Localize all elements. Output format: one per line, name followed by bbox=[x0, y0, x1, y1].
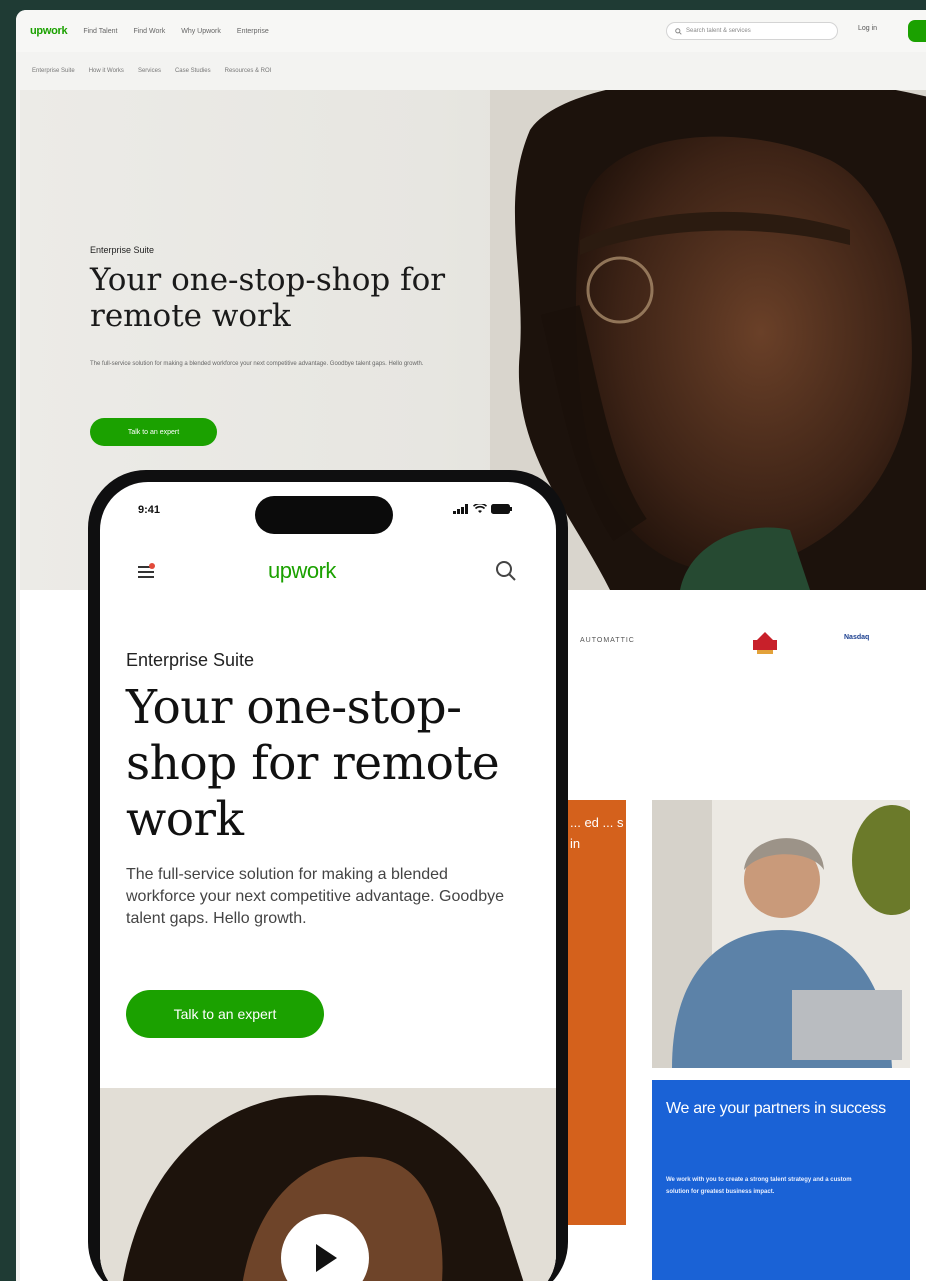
hamburger-menu-icon[interactable] bbox=[136, 562, 156, 582]
nav-find-talent[interactable]: Find Talent bbox=[83, 28, 117, 35]
partners-card[interactable]: We are your partners in success We work … bbox=[652, 1080, 910, 1280]
signal-icon bbox=[453, 504, 468, 514]
phone-upwork-logo[interactable]: upwork bbox=[268, 558, 336, 584]
hero-cta-button[interactable]: Talk to an expert bbox=[90, 418, 217, 446]
phone-hero-title: Your one-stop-shop for remote work bbox=[126, 680, 500, 847]
subnav-enterprise-suite[interactable]: Enterprise Suite bbox=[32, 68, 75, 74]
search-icon[interactable] bbox=[495, 560, 517, 582]
subnav-how-it-works[interactable]: How it Works bbox=[89, 68, 124, 74]
nav-enterprise[interactable]: Enterprise bbox=[237, 28, 269, 35]
phone-screen: 9:41 upwork Enterprise Suite Your one-st… bbox=[100, 482, 556, 1281]
signup-button[interactable] bbox=[908, 20, 926, 42]
hero-eyebrow: Enterprise Suite bbox=[90, 245, 155, 255]
hero-subtitle: The full-service solution for making a b… bbox=[90, 361, 424, 367]
nasdaq-logo: Nasdaq bbox=[844, 634, 870, 641]
battery-icon bbox=[491, 504, 512, 514]
upwork-logo[interactable]: upwork bbox=[30, 25, 68, 37]
sub-nav: Enterprise Suite How it Works Services C… bbox=[16, 62, 926, 80]
search-placeholder: Search talent & services bbox=[686, 28, 751, 34]
red-brand-logo-icon bbox=[753, 632, 777, 654]
partners-card-title: We are your partners in success bbox=[666, 1100, 886, 1117]
top-nav: upwork Find Talent Find Work Why Upwork … bbox=[16, 10, 926, 52]
subnav-resources[interactable]: Resources & ROI bbox=[225, 68, 272, 74]
search-input[interactable]: Search talent & services bbox=[666, 22, 838, 40]
dynamic-island bbox=[255, 496, 393, 534]
phone-video-thumbnail[interactable] bbox=[100, 1088, 556, 1281]
subnav-case-studies[interactable]: Case Studies bbox=[175, 68, 211, 74]
phone-hero-subtitle: The full-service solution for making a b… bbox=[126, 866, 504, 927]
automattic-logo: AUTOMATTIC bbox=[580, 637, 635, 644]
phone-mockup: 9:41 upwork Enterprise Suite Your one-st… bbox=[88, 470, 568, 1281]
nav-find-work[interactable]: Find Work bbox=[133, 28, 165, 35]
subnav-services[interactable]: Services bbox=[138, 68, 161, 74]
partners-card-body: We work with you to create a strong tale… bbox=[666, 1177, 852, 1195]
status-icons bbox=[453, 504, 513, 514]
man-at-laptop-photo bbox=[652, 800, 910, 1068]
play-icon bbox=[316, 1244, 337, 1272]
wifi-icon bbox=[473, 504, 487, 513]
login-link[interactable]: Log in bbox=[858, 25, 877, 32]
status-time: 9:41 bbox=[138, 504, 161, 516]
orange-card-text: ... ed ... s in bbox=[570, 815, 624, 851]
phone-hero-eyebrow: Enterprise Suite bbox=[126, 650, 255, 670]
hero-title: Your one-stop-shop for remote work bbox=[90, 262, 446, 334]
search-icon bbox=[675, 27, 682, 35]
nav-why-upwork[interactable]: Why Upwork bbox=[181, 28, 221, 35]
phone-cta-button[interactable]: Talk to an expert bbox=[126, 990, 324, 1038]
